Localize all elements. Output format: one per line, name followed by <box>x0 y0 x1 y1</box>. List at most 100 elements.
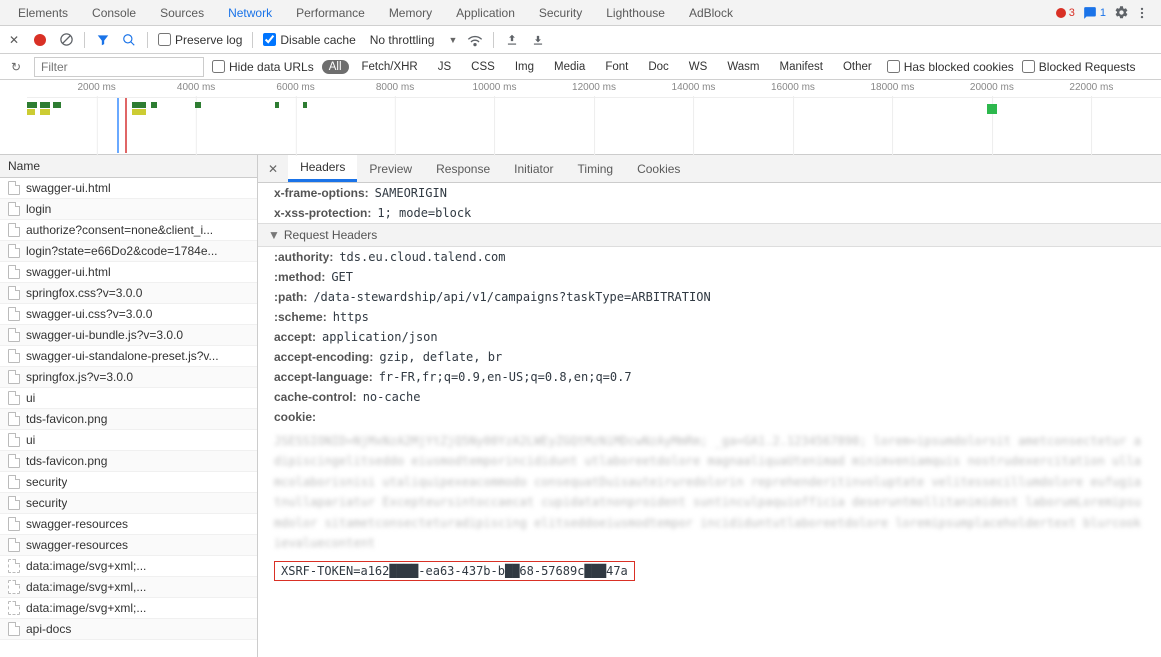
filter-input[interactable] <box>34 57 204 77</box>
request-details: ✕ Headers Preview Response Initiator Tim… <box>258 155 1161 657</box>
tab-network[interactable]: Network <box>216 2 284 24</box>
request-list-header[interactable]: Name <box>0 155 257 178</box>
download-icon[interactable] <box>530 32 546 48</box>
filter-media[interactable]: Media <box>547 60 592 74</box>
tab-sources[interactable]: Sources <box>148 2 216 24</box>
filter-js[interactable]: JS <box>431 60 458 74</box>
file-icon <box>8 622 20 636</box>
detail-tab-initiator[interactable]: Initiator <box>502 157 565 181</box>
chevron-down-icon[interactable]: ▼ <box>448 35 457 45</box>
network-conditions-icon[interactable] <box>467 32 483 48</box>
request-row[interactable]: security <box>0 493 257 514</box>
file-icon <box>8 223 20 237</box>
close-details-icon[interactable]: ✕ <box>258 162 288 176</box>
filter-icon[interactable] <box>95 32 111 48</box>
tab-application[interactable]: Application <box>444 2 527 24</box>
file-icon <box>8 349 20 363</box>
filter-ws[interactable]: WS <box>682 60 715 74</box>
network-filter-row: ↻ Hide data URLs All Fetch/XHR JS CSS Im… <box>0 54 1161 80</box>
preserve-log-checkbox[interactable]: Preserve log <box>158 33 242 47</box>
request-name: data:image/svg+xml;... <box>26 601 146 615</box>
detail-tab-response[interactable]: Response <box>424 157 502 181</box>
record-icon[interactable] <box>32 32 48 48</box>
header-row: accept:application/json <box>258 327 1161 347</box>
filter-manifest[interactable]: Manifest <box>772 60 829 74</box>
detail-tab-cookies[interactable]: Cookies <box>625 157 692 181</box>
request-row[interactable]: springfox.css?v=3.0.0 <box>0 283 257 304</box>
tab-memory[interactable]: Memory <box>377 2 444 24</box>
message-count-badge[interactable]: 1 <box>1083 6 1106 20</box>
request-row[interactable]: data:image/svg+xml;... <box>0 598 257 619</box>
file-icon <box>8 538 20 552</box>
request-row[interactable]: login <box>0 199 257 220</box>
filter-img[interactable]: Img <box>508 60 541 74</box>
xsrf-token-highlight: XSRF-TOKEN=a162████-ea63-437b-b██68-5768… <box>274 561 635 581</box>
detail-tab-headers[interactable]: Headers <box>288 155 357 182</box>
request-row[interactable]: swagger-ui.html <box>0 178 257 199</box>
request-row[interactable]: swagger-ui-bundle.js?v=3.0.0 <box>0 325 257 346</box>
header-row: :method:GET <box>258 267 1161 287</box>
request-row[interactable]: security <box>0 472 257 493</box>
filter-fetchxhr[interactable]: Fetch/XHR <box>355 60 425 74</box>
request-row[interactable]: login?state=e66Do2&code=1784e... <box>0 241 257 262</box>
disable-cache-checkbox[interactable]: Disable cache <box>263 33 355 47</box>
filter-font[interactable]: Font <box>598 60 635 74</box>
request-row[interactable]: api-docs <box>0 619 257 640</box>
detail-content: x-frame-options:SAMEORIGIN x-xss-protect… <box>258 183 1161 657</box>
timeline-tick: 12000 ms <box>572 82 616 93</box>
filter-css[interactable]: CSS <box>464 60 502 74</box>
detail-tab-preview[interactable]: Preview <box>357 157 424 181</box>
tab-lighthouse[interactable]: Lighthouse <box>594 2 677 24</box>
file-icon <box>8 601 20 615</box>
filter-all[interactable]: All <box>322 60 349 74</box>
header-row: cache-control:no-cache <box>258 387 1161 407</box>
close-icon[interactable]: ✕ <box>6 32 22 48</box>
settings-icon[interactable] <box>1114 5 1129 20</box>
request-row[interactable]: swagger-ui-standalone-preset.js?v... <box>0 346 257 367</box>
tab-adblock[interactable]: AdBlock <box>677 2 745 24</box>
timeline-tick: 20000 ms <box>970 82 1014 93</box>
tab-console[interactable]: Console <box>80 2 148 24</box>
request-row[interactable]: springfox.js?v=3.0.0 <box>0 367 257 388</box>
detail-tab-timing[interactable]: Timing <box>566 157 626 181</box>
header-row: accept-language:fr-FR,fr;q=0.9,en-US;q=0… <box>258 367 1161 387</box>
kebab-icon[interactable] <box>1135 6 1149 20</box>
blocked-requests-checkbox[interactable]: Blocked Requests <box>1022 60 1136 74</box>
header-row: accept-encoding:gzip, deflate, br <box>258 347 1161 367</box>
search-icon[interactable] <box>121 32 137 48</box>
request-row[interactable]: ui <box>0 388 257 409</box>
request-name: springfox.css?v=3.0.0 <box>26 286 142 300</box>
request-row[interactable]: data:image/svg+xml;... <box>0 556 257 577</box>
request-row[interactable]: data:image/svg+xml,... <box>0 577 257 598</box>
tab-elements[interactable]: Elements <box>6 2 80 24</box>
file-icon <box>8 559 20 573</box>
upload-icon[interactable] <box>504 32 520 48</box>
clear-icon[interactable] <box>58 32 74 48</box>
request-name: data:image/svg+xml,... <box>26 580 146 594</box>
network-toolbar: ✕ Preserve log Disable cache No throttli… <box>0 26 1161 54</box>
has-blocked-cookies-checkbox[interactable]: Has blocked cookies <box>887 60 1014 74</box>
request-row[interactable]: swagger-ui.html <box>0 262 257 283</box>
request-row[interactable]: tds-favicon.png <box>0 451 257 472</box>
tab-performance[interactable]: Performance <box>284 2 377 24</box>
request-name: springfox.js?v=3.0.0 <box>26 370 133 384</box>
network-lower-panes: Name swagger-ui.htmlloginauthorize?conse… <box>0 155 1161 657</box>
reload-icon[interactable]: ↻ <box>6 60 26 74</box>
tab-security[interactable]: Security <box>527 2 594 24</box>
filter-other[interactable]: Other <box>836 60 879 74</box>
network-timeline[interactable]: 2000 ms4000 ms6000 ms8000 ms10000 ms1200… <box>0 80 1161 155</box>
timeline-tick: 2000 ms <box>77 82 115 93</box>
request-row[interactable]: tds-favicon.png <box>0 409 257 430</box>
request-row[interactable]: swagger-ui.css?v=3.0.0 <box>0 304 257 325</box>
request-row[interactable]: ui <box>0 430 257 451</box>
file-icon <box>8 412 20 426</box>
request-row[interactable]: swagger-resources <box>0 535 257 556</box>
request-row[interactable]: authorize?consent=none&client_i... <box>0 220 257 241</box>
request-row[interactable]: swagger-resources <box>0 514 257 535</box>
error-count-badge[interactable]: 3 <box>1056 7 1075 19</box>
hide-data-urls-checkbox[interactable]: Hide data URLs <box>212 60 314 74</box>
filter-wasm[interactable]: Wasm <box>720 60 766 74</box>
request-headers-section[interactable]: ▼Request Headers <box>258 223 1161 247</box>
filter-doc[interactable]: Doc <box>641 60 675 74</box>
throttling-select[interactable]: No throttling <box>366 31 439 49</box>
